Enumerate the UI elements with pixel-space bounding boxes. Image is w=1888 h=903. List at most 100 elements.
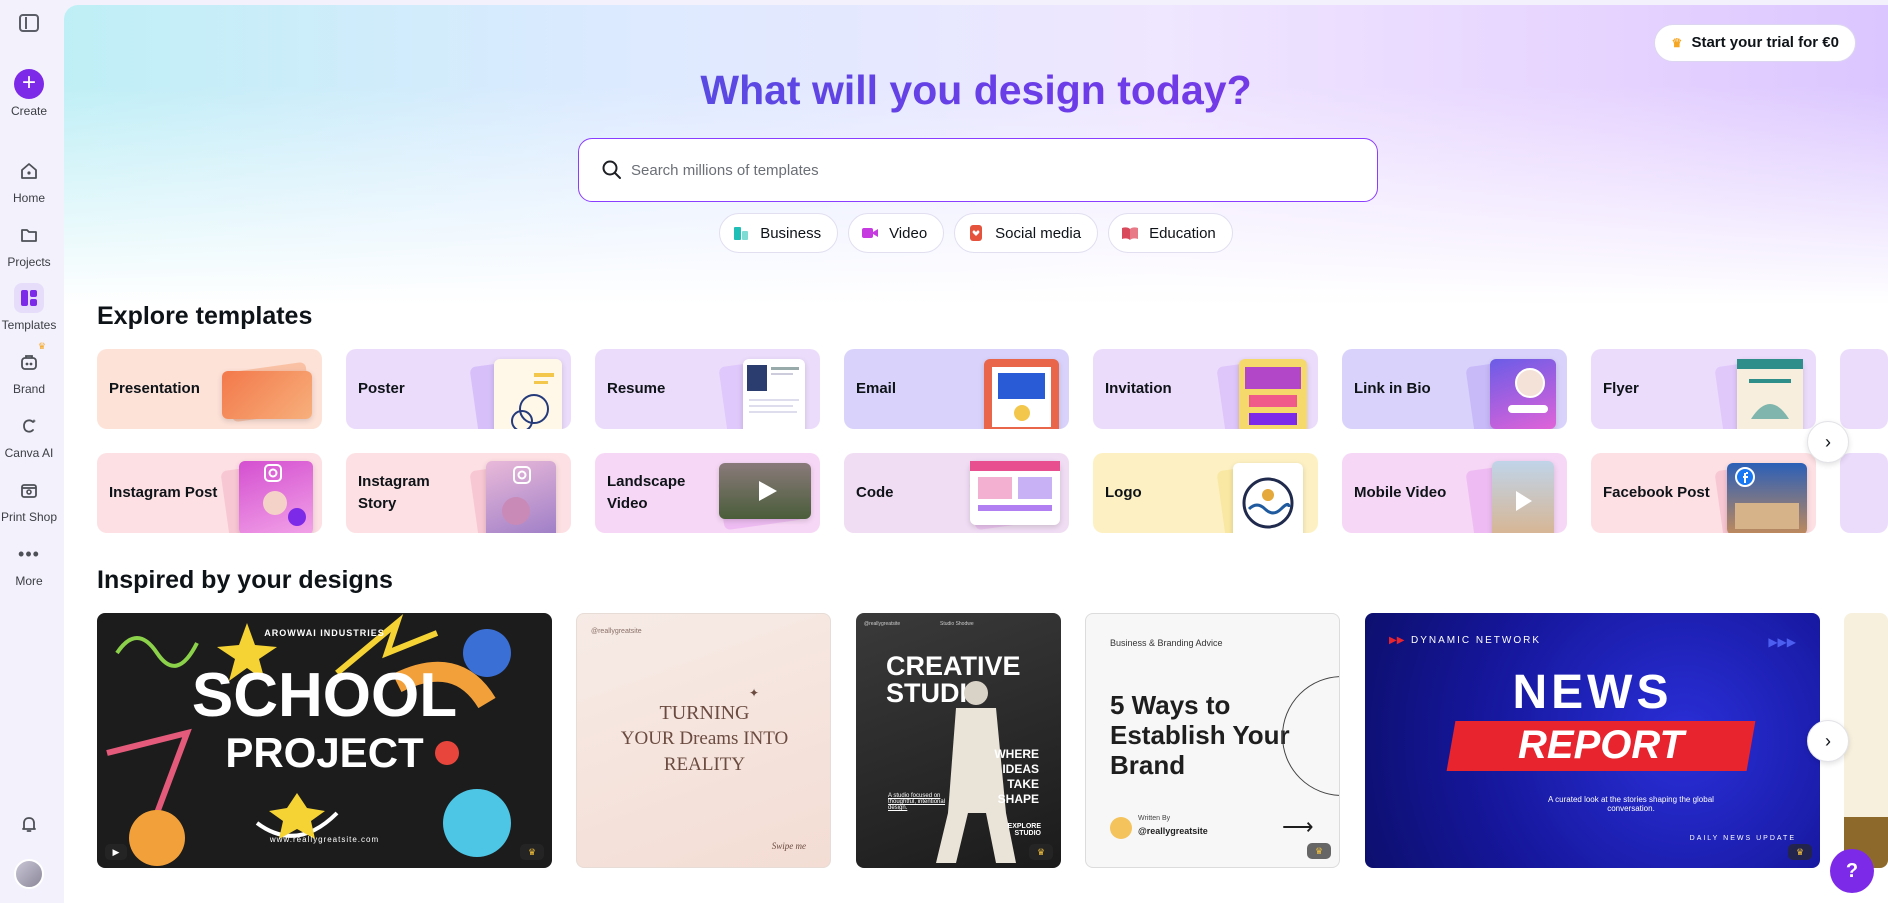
page-title: What will you design today? xyxy=(64,67,1888,114)
design-card-dreams[interactable]: @reallygreatsite TURNING YOUR Dreams INT… xyxy=(576,613,831,868)
template-card-code[interactable]: Code xyxy=(844,453,1069,533)
template-label: Code xyxy=(856,484,894,501)
news-caption: A curated look at the stories shaping th… xyxy=(1548,795,1714,813)
design-card-partial[interactable] xyxy=(1844,613,1888,868)
resume-thumbnail xyxy=(743,359,805,429)
crown-icon: ♛ xyxy=(520,844,544,860)
explore-templates-title: Explore templates xyxy=(97,302,313,330)
template-card-resume[interactable]: Resume xyxy=(595,349,820,429)
search-input[interactable] xyxy=(631,155,1351,185)
chip-label: Social media xyxy=(995,224,1082,242)
templates-icon xyxy=(14,283,44,313)
chip-video[interactable]: Video xyxy=(848,213,945,253)
template-label: Logo xyxy=(1105,484,1142,501)
sidebar-item-label: Home xyxy=(12,191,45,205)
template-card-link-in-bio[interactable]: Link in Bio xyxy=(1342,349,1567,429)
template-card-flyer[interactable]: Flyer xyxy=(1591,349,1816,429)
template-label: Mobile Video xyxy=(1354,484,1447,501)
crown-icon: ♛ xyxy=(1671,36,1683,50)
next-designs-arrow-button[interactable]: › xyxy=(1807,720,1849,762)
template-card-logo[interactable]: Logo xyxy=(1093,453,1318,533)
school-url: www.reallygreatsite.com xyxy=(269,835,380,844)
avatar[interactable] xyxy=(14,859,44,889)
design-card-school-project[interactable]: AROWWAI INDUSTRIES SCHOOL PROJECT www.re… xyxy=(97,613,552,868)
chip-label: Video xyxy=(889,224,928,242)
template-card-partial[interactable] xyxy=(1840,453,1888,533)
template-card-invitation[interactable]: Invitation xyxy=(1093,349,1318,429)
logo-thumbnail xyxy=(1233,463,1303,533)
news-network: DYNAMIC NETWORK xyxy=(1411,635,1541,646)
brand-kicker: Business & Branding Advice xyxy=(1110,638,1223,648)
code-thumbnail xyxy=(970,461,1060,525)
template-card-email[interactable]: Email xyxy=(844,349,1069,429)
poster-thumbnail xyxy=(494,359,562,429)
flyer-thumbnail xyxy=(1737,359,1803,429)
template-card-mobile-video[interactable]: Mobile Video xyxy=(1342,453,1567,533)
template-card-poster[interactable]: Poster xyxy=(346,349,571,429)
search-bar[interactable] xyxy=(578,138,1378,202)
invitation-thumbnail xyxy=(1239,359,1307,429)
news-footer: DAILY NEWS UPDATE xyxy=(1689,835,1796,842)
help-button[interactable]: ? xyxy=(1830,849,1874,893)
chip-label: Business xyxy=(760,224,822,242)
folder-icon xyxy=(14,220,44,250)
template-card-facebook-post[interactable]: Facebook Post xyxy=(1591,453,1816,533)
author-avatar xyxy=(1110,817,1132,839)
chevron-right-icon: › xyxy=(1825,431,1831,452)
sidebar-item-canva-ai[interactable]: Canva AI xyxy=(0,411,58,460)
inspired-title: Inspired by your designs xyxy=(97,566,393,594)
chip-social-media[interactable]: Social media xyxy=(954,213,1099,253)
email-thumbnail xyxy=(984,359,1059,429)
template-label: Instagram Story xyxy=(358,473,430,512)
chevrons-icon: ▶▶ xyxy=(1389,635,1405,646)
sidebar-item-templates[interactable]: Templates xyxy=(0,283,58,332)
template-card-partial[interactable] xyxy=(1840,349,1888,429)
brand-title: 5 Ways to Establish Your Brand xyxy=(1110,690,1290,780)
next-arrow-button[interactable]: › xyxy=(1807,421,1849,463)
studio-subtitle: WHERE IDEAS TAKE SHAPE xyxy=(994,747,1039,806)
home-icon xyxy=(14,156,44,186)
sidebar-item-more[interactable]: ••• More xyxy=(0,539,58,589)
dreams-line-1: TURNING xyxy=(659,702,750,724)
template-card-landscape-video[interactable]: Landscape Video xyxy=(595,453,820,533)
sidebar-item-projects[interactable]: Projects xyxy=(0,220,58,269)
print-shop-icon xyxy=(14,475,44,505)
sparkle-icon: ✦ xyxy=(749,686,760,700)
create-label: Create xyxy=(10,104,48,118)
chevron-right-icon: › xyxy=(1825,730,1831,751)
sidebar-item-label: More xyxy=(15,574,43,588)
sidebar-item-home[interactable]: Home xyxy=(0,156,58,205)
school-brand: AROWWAI INDUSTRIES xyxy=(264,628,385,638)
instagram-story-thumbnail xyxy=(486,461,556,533)
chip-business[interactable]: Business xyxy=(719,213,839,253)
play-icon: ▶ xyxy=(105,844,127,860)
sidebar-item-print-shop[interactable]: Print Shop xyxy=(0,475,58,524)
crown-icon: ♛ xyxy=(1788,844,1812,860)
sidebar-item-brand[interactable]: ♛ Brand xyxy=(0,341,58,396)
template-label: Resume xyxy=(607,380,666,397)
school-title-2: PROJECT xyxy=(225,729,424,776)
dreams-handle: @reallygreatsite xyxy=(591,628,642,635)
brand-written: Written By xyxy=(1138,815,1171,822)
template-label: Poster xyxy=(358,380,405,397)
dreams-line-2: YOUR Dreams INTO xyxy=(620,728,789,749)
chip-education[interactable]: Education xyxy=(1108,213,1233,253)
sidebar: + Create Home Projects Templates ♛ Brand… xyxy=(0,0,64,903)
template-card-instagram-post[interactable]: Instagram Post xyxy=(97,453,322,533)
template-card-presentation[interactable]: Presentation xyxy=(97,349,322,429)
news-title-2: REPORT xyxy=(1518,723,1684,767)
template-label: Link in Bio xyxy=(1354,380,1431,397)
canva-ai-icon xyxy=(14,411,44,441)
design-card-creative-studio[interactable]: @reallygreatsite Studio Shodwe CREATIVE … xyxy=(856,613,1061,868)
design-card-news-report[interactable]: ▶▶ DYNAMIC NETWORK ▶▶▶ NEWS REPORT A cur… xyxy=(1365,613,1820,868)
create-button[interactable]: + Create xyxy=(0,69,58,118)
start-trial-button[interactable]: ♛ Start your trial for €0 xyxy=(1654,24,1856,62)
business-icon xyxy=(734,227,749,240)
sidebar-toggle-icon[interactable] xyxy=(19,14,39,32)
school-title-1: SCHOOL xyxy=(191,661,458,730)
bell-icon[interactable] xyxy=(17,812,41,836)
crown-icon: ♛ xyxy=(37,341,46,351)
design-card-brand-advice[interactable]: Business & Branding Advice 5 Ways to Est… xyxy=(1085,613,1340,868)
sidebar-item-label: Templates xyxy=(1,318,57,332)
template-card-instagram-story[interactable]: Instagram Story xyxy=(346,453,571,533)
